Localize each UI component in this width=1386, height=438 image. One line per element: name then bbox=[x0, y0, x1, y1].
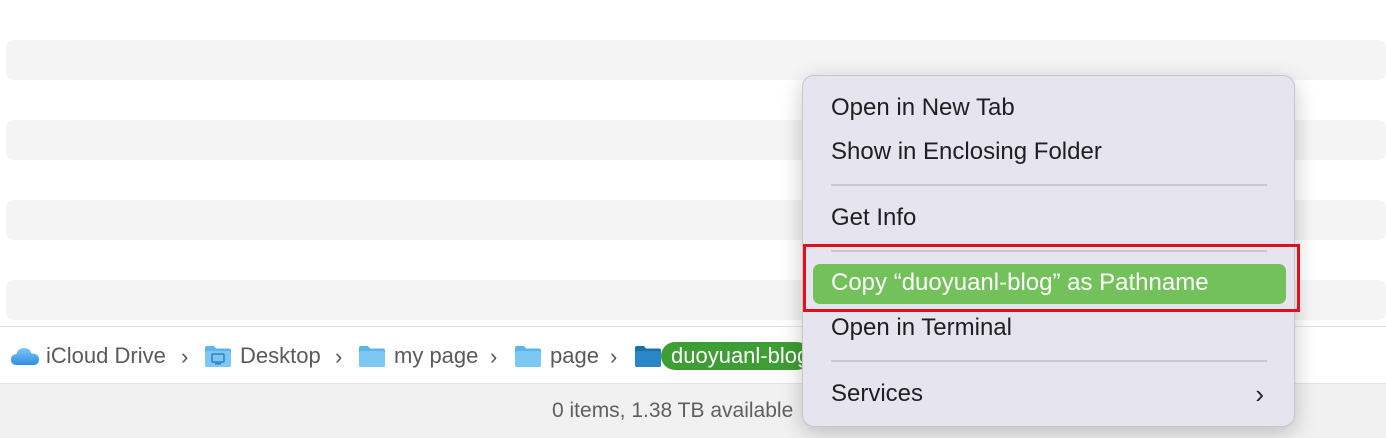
menu-item-services[interactable]: Services › bbox=[813, 375, 1286, 415]
menu-item-label: Get Info bbox=[831, 204, 917, 231]
menu-separator bbox=[831, 184, 1267, 186]
breadcrumb-duoyuanl-blog[interactable]: duoyuanl-blog bbox=[661, 342, 811, 370]
menu-item-label: Show in Enclosing Folder bbox=[831, 138, 1102, 165]
breadcrumb-label: my page bbox=[394, 342, 479, 368]
status-text: 0 items, 1.38 TB available bbox=[552, 399, 794, 422]
breadcrumb-page[interactable]: page bbox=[514, 327, 599, 384]
chevron-right-icon: › bbox=[490, 344, 498, 369]
annotation-highlight-box bbox=[803, 244, 1300, 312]
chevron-right-icon: › bbox=[335, 344, 343, 369]
menu-item-label: Services bbox=[831, 380, 924, 407]
folder-icon bbox=[359, 345, 385, 367]
desktop-folder-icon bbox=[205, 345, 231, 367]
chevron-right-icon: › bbox=[610, 344, 618, 369]
breadcrumb-desktop[interactable]: Desktop bbox=[204, 327, 321, 384]
cloud-icon bbox=[11, 347, 39, 365]
breadcrumb-label: Desktop bbox=[240, 342, 321, 368]
list-row-empty bbox=[6, 40, 1386, 80]
breadcrumb-icloud-drive[interactable]: iCloud Drive bbox=[10, 327, 166, 384]
menu-separator bbox=[831, 360, 1267, 362]
menu-item-get-info[interactable]: Get Info bbox=[813, 199, 1286, 239]
menu-item-open-in-terminal[interactable]: Open in Terminal bbox=[813, 309, 1286, 349]
menu-item-label: Open in Terminal bbox=[831, 314, 1012, 341]
breadcrumb-label: iCloud Drive bbox=[46, 342, 166, 368]
breadcrumb-label: page bbox=[550, 342, 599, 368]
chevron-right-icon: › bbox=[181, 344, 189, 369]
menu-item-show-in-enclosing-folder[interactable]: Show in Enclosing Folder bbox=[813, 133, 1286, 173]
chevron-right-icon: › bbox=[1255, 379, 1264, 409]
folder-icon bbox=[635, 346, 661, 367]
breadcrumb-my-page[interactable]: my page bbox=[358, 327, 478, 384]
folder-icon bbox=[515, 345, 541, 367]
breadcrumb-label: duoyuanl-blog bbox=[671, 343, 810, 368]
menu-item-label: Open in New Tab bbox=[831, 94, 1015, 121]
menu-item-open-in-new-tab[interactable]: Open in New Tab bbox=[813, 89, 1286, 129]
